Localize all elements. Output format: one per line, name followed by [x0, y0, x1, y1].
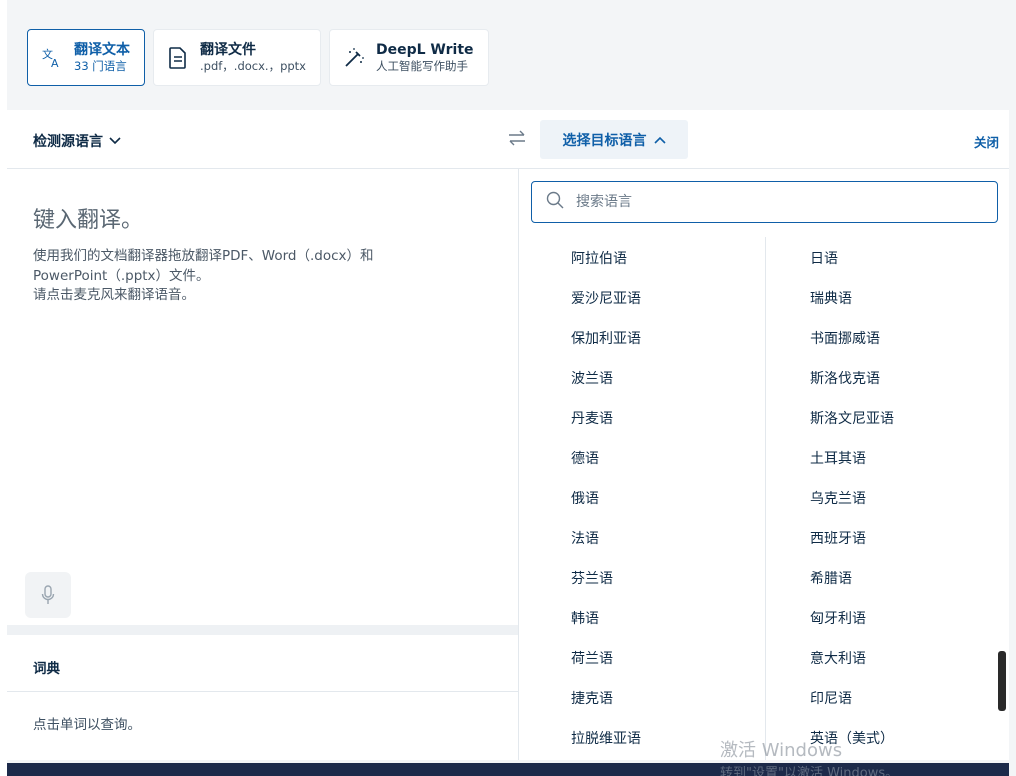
left-edge: [0, 0, 7, 776]
column-divider: [765, 237, 766, 760]
language-option[interactable]: 瑞典语: [810, 285, 894, 325]
language-option[interactable]: 德语: [571, 445, 641, 485]
dictionary-panel: 词典 点击单词以查询。: [7, 635, 518, 760]
tab-subtitle: 人工智能写作助手: [376, 58, 468, 73]
language-option[interactable]: 法语: [571, 525, 641, 565]
pane-divider: [518, 169, 519, 760]
language-option[interactable]: 匈牙利语: [810, 605, 894, 645]
hint-line: 请点击麦克风来翻译语音。: [33, 287, 195, 303]
language-option[interactable]: 阿拉伯语: [571, 245, 641, 285]
tab-deepl-write[interactable]: DeepL Write 人工智能写作助手: [329, 29, 489, 86]
divider: [7, 691, 518, 692]
language-option[interactable]: 波兰语: [571, 365, 641, 405]
language-bar: 检测源语言 选择目标语言 关闭: [7, 110, 1009, 169]
language-option[interactable]: 西班牙语: [810, 525, 894, 565]
tab-translate-files[interactable]: 翻译文件 .pdf，.docx.，pptx: [153, 29, 321, 86]
microphone-button[interactable]: [25, 572, 71, 618]
language-option[interactable]: 斯洛文尼亚语: [810, 405, 894, 445]
document-icon: [166, 46, 190, 70]
language-search[interactable]: [531, 181, 998, 223]
chevron-up-icon: [653, 132, 666, 148]
tab-subtitle: .pdf，.docx.，pptx: [200, 58, 306, 73]
svg-text:A: A: [51, 57, 59, 70]
translate-icon: 文 A: [40, 46, 64, 70]
chevron-down-icon: [109, 133, 121, 149]
tab-subtitle: 33 门语言: [74, 58, 127, 73]
language-option[interactable]: 希腊语: [810, 565, 894, 605]
target-language-label: 选择目标语言: [562, 132, 647, 149]
swap-icon: [509, 130, 525, 146]
language-option[interactable]: 保加利亚语: [571, 325, 641, 365]
source-language-selector[interactable]: 检测源语言: [33, 131, 121, 151]
language-list-column-1: 阿拉伯语 爱沙尼亚语 保加利亚语 波兰语 丹麦语 德语 俄语 法语 芬兰语 韩语…: [571, 245, 641, 765]
language-option[interactable]: 荷兰语: [571, 645, 641, 685]
hint-line: 使用我们的文档翻译器拖放翻译PDF、Word（.docx）和: [33, 248, 374, 264]
language-option[interactable]: 俄语: [571, 485, 641, 525]
language-option[interactable]: 意大利语: [810, 645, 894, 685]
tab-title: 翻译文本: [74, 41, 130, 58]
language-option[interactable]: 土耳其语: [810, 445, 894, 485]
target-language-selector[interactable]: 选择目标语言: [540, 120, 688, 159]
dictionary-title: 词典: [33, 661, 60, 677]
language-option[interactable]: 书面挪威语: [810, 325, 894, 365]
tab-title: DeepL Write: [376, 41, 474, 58]
translator-card: 检测源语言 选择目标语言 关闭 键入翻译。 使用我们的文档翻译器拖放翻译PDF、…: [7, 110, 1009, 760]
search-icon: [546, 191, 564, 213]
swap-languages-button[interactable]: [507, 128, 527, 152]
source-hint: 使用我们的文档翻译器拖放翻译PDF、Word（.docx）和 PowerPoin…: [33, 247, 374, 306]
hint-line: PowerPoint（.pptx）文件。: [33, 267, 210, 284]
language-option[interactable]: 印尼语: [810, 685, 894, 725]
close-button[interactable]: 关闭: [974, 132, 999, 151]
language-option[interactable]: 斯洛伐克语: [810, 365, 894, 405]
microphone-icon: [41, 585, 55, 604]
mode-tabs: 文 A 翻译文本 33 门语言 翻译文件 .pdf，.docx.，pptx De…: [27, 29, 489, 87]
source-language-label: 检测源语言: [33, 134, 103, 150]
source-text-area[interactable]: 键入翻译。 使用我们的文档翻译器拖放翻译PDF、Word（.docx）和 Pow…: [7, 169, 518, 625]
section-separator: [7, 625, 518, 635]
magic-pen-icon: [342, 46, 366, 70]
language-option[interactable]: 日语: [810, 245, 894, 285]
language-option[interactable]: 芬兰语: [571, 565, 641, 605]
windows-activation-watermark-sub: 转到"设置"以激活 Windows。: [720, 766, 899, 776]
tab-title: 翻译文件: [200, 41, 256, 58]
language-option[interactable]: 爱沙尼亚语: [571, 285, 641, 325]
language-option[interactable]: 捷克语: [571, 685, 641, 725]
windows-activation-watermark: 激活 Windows: [720, 740, 843, 761]
language-option[interactable]: 韩语: [571, 605, 641, 645]
language-list-column-2: 日语 瑞典语 书面挪威语 斯洛伐克语 斯洛文尼亚语 土耳其语 乌克兰语 西班牙语…: [810, 245, 894, 765]
language-option[interactable]: 拉脱维亚语: [571, 725, 641, 765]
language-option[interactable]: 乌克兰语: [810, 485, 894, 525]
dictionary-hint: 点击单词以查询。: [33, 717, 141, 733]
language-search-input[interactable]: [574, 193, 978, 211]
tab-translate-text[interactable]: 文 A 翻译文本 33 门语言: [27, 29, 145, 86]
scrollbar-thumb[interactable]: [998, 651, 1006, 711]
source-placeholder: 键入翻译。: [33, 208, 144, 233]
language-option[interactable]: 丹麦语: [571, 405, 641, 445]
